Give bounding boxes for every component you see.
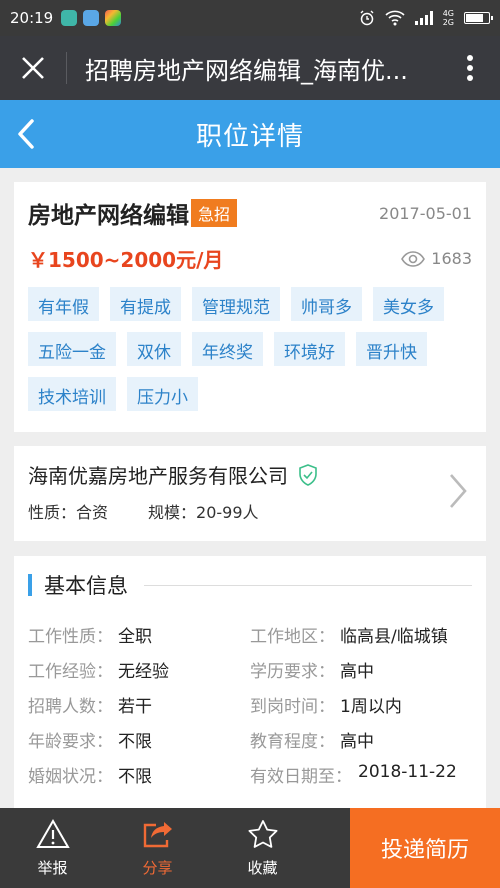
close-icon (22, 57, 44, 79)
info-item: 工作地区： 临高县/临城镇 (250, 622, 472, 647)
page-title: 职位详情 (195, 121, 304, 152)
welfare-tag: 美女多 (373, 287, 444, 321)
welfare-tag: 双休 (127, 332, 181, 366)
info-item: 教育程度： 高中 (250, 727, 472, 752)
info-label: 学历要求： (250, 662, 335, 682)
info-label: 工作性质： (28, 627, 113, 647)
company-card[interactable]: 海南优嘉房地产服务有限公司 性质：合资 规模：20-99人 (14, 446, 486, 541)
info-label: 婚姻状况： (28, 767, 113, 787)
eye-icon (401, 250, 426, 267)
chevron-right-icon (450, 474, 467, 508)
page-header: 职位详情 (0, 100, 500, 168)
signal-icon (414, 11, 433, 25)
section-divider (144, 584, 472, 586)
info-value: 临高县/临城镇 (340, 627, 448, 647)
info-value: 2018-11-22 (358, 762, 457, 782)
share-label: 分享 (142, 858, 173, 877)
share-button[interactable]: 分享 (105, 808, 210, 888)
view-count: 1683 (401, 249, 472, 268)
star-icon (248, 819, 277, 848)
back-arrow-icon (18, 119, 34, 149)
info-value: 1周以内 (340, 697, 402, 717)
post-date: 2017-05-01 (379, 203, 472, 223)
company-nature: 性质：合资 (28, 503, 109, 522)
info-label: 招聘人数： (28, 697, 113, 717)
info-value: 不限 (118, 767, 152, 787)
welfare-tag: 有年假 (28, 287, 99, 321)
info-value: 若干 (118, 697, 152, 717)
apply-resume-button[interactable]: 投递简历 (350, 808, 500, 888)
section-accent-bar (28, 574, 32, 596)
welfare-tag: 五险一金 (28, 332, 116, 366)
basic-info-card: 基本信息 工作性质： 全职 工作地区： 临高县/临城镇 工作经验： 无经验 学历要求：… (14, 556, 486, 816)
report-label: 举报 (37, 858, 68, 877)
welfare-tag: 环境好 (274, 332, 345, 366)
report-button[interactable]: 举报 (0, 808, 105, 888)
basic-info-grid: 工作性质： 全职 工作地区： 临高县/临城镇 工作经验： 无经验 学历要求： 高中 招聘… (28, 622, 472, 787)
info-item: 招聘人数： 若干 (28, 692, 250, 717)
company-scale: 规模：20-99人 (148, 503, 259, 522)
info-label: 工作经验： (28, 662, 113, 682)
salary: ￥1500~2000元/月 (28, 248, 224, 272)
welfare-tag: 技术培训 (28, 377, 116, 411)
favorite-button[interactable]: 收藏 (210, 808, 315, 888)
more-menu-button[interactable] (440, 54, 500, 82)
info-item: 年龄要求： 不限 (28, 727, 250, 752)
bottom-action-bar: 举报 分享 收藏 投递简历 (0, 808, 500, 888)
welfare-tag: 帅哥多 (291, 287, 362, 321)
info-value: 不限 (118, 732, 152, 752)
info-label: 年龄要求： (28, 732, 113, 752)
webview-title-bar: 招聘房地产网络编辑_海南优... (0, 36, 500, 100)
view-count-value: 1683 (431, 249, 472, 268)
welfare-tag: 年终奖 (192, 332, 263, 366)
info-item: 婚姻状况： 不限 (28, 762, 250, 787)
network-type-2g: 2G (442, 18, 454, 27)
info-value: 高中 (340, 732, 374, 752)
welfare-tag: 晋升快 (356, 332, 427, 366)
wifi-icon (385, 10, 405, 26)
battery-icon (464, 12, 493, 24)
status-bar: 20:19 4G 2G (0, 0, 500, 36)
info-value: 高中 (340, 662, 374, 682)
welfare-tag: 管理规范 (192, 287, 280, 321)
app-notification-icon (105, 10, 122, 26)
info-item: 到岗时间： 1周以内 (250, 692, 472, 717)
welfare-tag: 有提成 (110, 287, 181, 321)
info-item: 学历要求： 高中 (250, 657, 472, 682)
section-title: 基本信息 (44, 574, 128, 598)
share-icon (143, 821, 172, 847)
info-item: 有效日期至： 2018-11-22 (250, 762, 472, 787)
warning-icon (35, 818, 70, 848)
info-label: 工作地区： (250, 627, 335, 647)
company-name: 海南优嘉房地产服务有限公司 (28, 464, 288, 488)
info-label: 到岗时间： (250, 697, 335, 717)
info-value: 全职 (118, 627, 152, 647)
info-label: 教育程度： (250, 732, 335, 752)
back-button[interactable] (6, 114, 46, 154)
status-time: 20:19 (10, 9, 54, 27)
verified-shield-icon (299, 463, 317, 486)
close-button[interactable] (0, 36, 66, 100)
network-type-4g: 4G (442, 9, 454, 18)
job-title: 房地产网络编辑 (28, 203, 189, 229)
urgent-badge: 急招 (191, 199, 238, 227)
info-item: 工作经验： 无经验 (28, 657, 250, 682)
info-value: 无经验 (118, 662, 169, 682)
info-item: 工作性质： 全职 (28, 622, 250, 647)
alarm-icon (360, 10, 374, 26)
job-summary-card: 房地产网络编辑 急招 2017-05-01 ￥1500~2000元/月 1683… (14, 182, 486, 432)
welfare-tags: 有年假 有提成 管理规范 帅哥多 美女多 五险一金 双休 年终奖 环境好 晋升快… (28, 287, 472, 411)
welfare-tag: 压力小 (127, 377, 198, 411)
app-notification-icon (83, 10, 100, 26)
favorite-label: 收藏 (247, 858, 278, 877)
app-notification-icon (61, 10, 78, 26)
more-vert-icon (467, 55, 473, 81)
webview-title: 招聘房地产网络编辑_海南优... (85, 56, 408, 85)
info-label: 有效日期至： (250, 767, 352, 787)
